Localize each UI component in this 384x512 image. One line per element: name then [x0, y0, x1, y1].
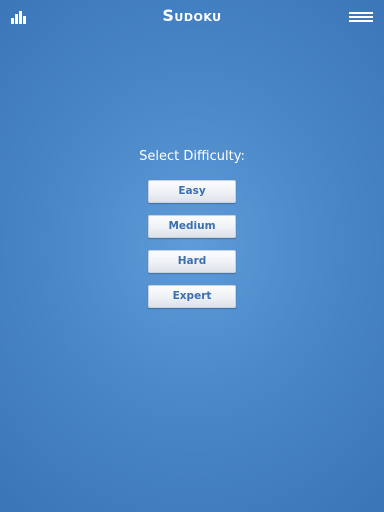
medium-button[interactable]: Medium: [148, 215, 236, 238]
easy-button[interactable]: Easy: [148, 180, 236, 203]
hard-button[interactable]: Hard: [148, 250, 236, 273]
top-bar: Sudoku: [0, 0, 384, 36]
app-title: Sudoku: [162, 6, 222, 25]
difficulty-prompt: Select Difficulty:: [139, 149, 245, 164]
expert-button[interactable]: Expert: [148, 285, 236, 308]
hamburger-menu-icon[interactable]: [349, 12, 373, 23]
